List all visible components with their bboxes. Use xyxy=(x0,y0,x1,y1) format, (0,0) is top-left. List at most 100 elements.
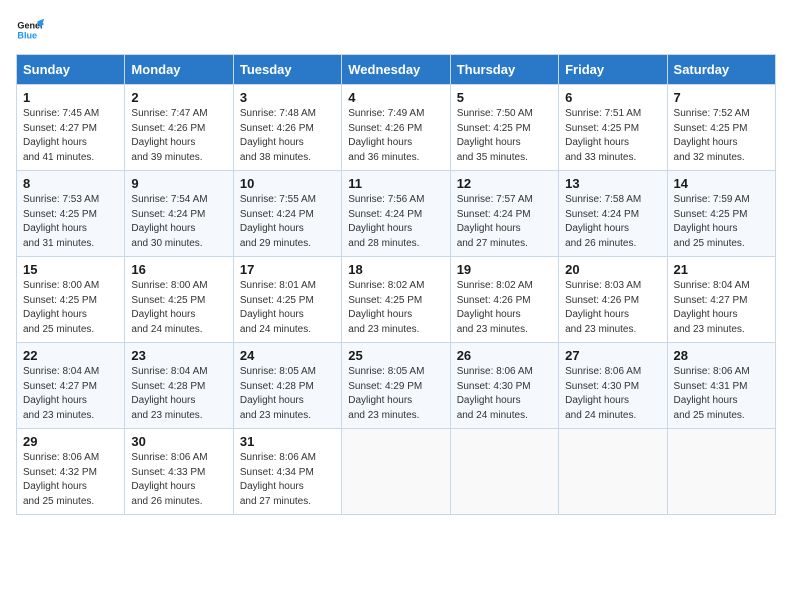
day-number: 23 xyxy=(131,348,226,363)
day-header-saturday: Saturday xyxy=(667,55,775,85)
day-info: Sunrise: 8:04 AMSunset: 4:28 PMDaylight … xyxy=(131,366,207,421)
day-number: 18 xyxy=(348,262,443,277)
day-cell-21: 21 Sunrise: 8:04 AMSunset: 4:27 PMDaylig… xyxy=(667,257,775,343)
day-info: Sunrise: 8:00 AMSunset: 4:25 PMDaylight … xyxy=(131,280,207,335)
page-header: General Blue xyxy=(16,16,776,44)
day-info: Sunrise: 8:04 AMSunset: 4:27 PMDaylight … xyxy=(23,366,99,421)
day-cell-31: 31 Sunrise: 8:06 AMSunset: 4:34 PMDaylig… xyxy=(233,429,341,515)
day-number: 24 xyxy=(240,348,335,363)
day-cell-30: 30 Sunrise: 8:06 AMSunset: 4:33 PMDaylig… xyxy=(125,429,233,515)
day-cell-29: 29 Sunrise: 8:06 AMSunset: 4:32 PMDaylig… xyxy=(17,429,125,515)
day-info: Sunrise: 7:50 AMSunset: 4:25 PMDaylight … xyxy=(457,108,533,163)
day-cell-4: 4 Sunrise: 7:49 AMSunset: 4:26 PMDayligh… xyxy=(342,85,450,171)
day-cell-20: 20 Sunrise: 8:03 AMSunset: 4:26 PMDaylig… xyxy=(559,257,667,343)
day-info: Sunrise: 8:00 AMSunset: 4:25 PMDaylight … xyxy=(23,280,99,335)
day-cell-9: 9 Sunrise: 7:54 AMSunset: 4:24 PMDayligh… xyxy=(125,171,233,257)
day-number: 20 xyxy=(565,262,660,277)
day-cell-15: 15 Sunrise: 8:00 AMSunset: 4:25 PMDaylig… xyxy=(17,257,125,343)
day-header-friday: Friday xyxy=(559,55,667,85)
day-cell-26: 26 Sunrise: 8:06 AMSunset: 4:30 PMDaylig… xyxy=(450,343,558,429)
day-header-monday: Monday xyxy=(125,55,233,85)
day-number: 6 xyxy=(565,90,660,105)
day-header-sunday: Sunday xyxy=(17,55,125,85)
day-number: 22 xyxy=(23,348,118,363)
day-info: Sunrise: 8:06 AMSunset: 4:32 PMDaylight … xyxy=(23,452,99,507)
day-number: 2 xyxy=(131,90,226,105)
day-cell-1: 1 Sunrise: 7:45 AMSunset: 4:27 PMDayligh… xyxy=(17,85,125,171)
day-info: Sunrise: 7:56 AMSunset: 4:24 PMDaylight … xyxy=(348,194,424,249)
day-number: 4 xyxy=(348,90,443,105)
logo: General Blue xyxy=(16,16,44,44)
calendar-week-2: 8 Sunrise: 7:53 AMSunset: 4:25 PMDayligh… xyxy=(17,171,776,257)
day-number: 1 xyxy=(23,90,118,105)
day-number: 28 xyxy=(674,348,769,363)
day-number: 16 xyxy=(131,262,226,277)
empty-cell xyxy=(559,429,667,515)
day-cell-6: 6 Sunrise: 7:51 AMSunset: 4:25 PMDayligh… xyxy=(559,85,667,171)
day-cell-2: 2 Sunrise: 7:47 AMSunset: 4:26 PMDayligh… xyxy=(125,85,233,171)
day-info: Sunrise: 8:02 AMSunset: 4:26 PMDaylight … xyxy=(457,280,533,335)
day-cell-25: 25 Sunrise: 8:05 AMSunset: 4:29 PMDaylig… xyxy=(342,343,450,429)
day-cell-8: 8 Sunrise: 7:53 AMSunset: 4:25 PMDayligh… xyxy=(17,171,125,257)
day-cell-28: 28 Sunrise: 8:06 AMSunset: 4:31 PMDaylig… xyxy=(667,343,775,429)
day-info: Sunrise: 7:49 AMSunset: 4:26 PMDaylight … xyxy=(348,108,424,163)
day-number: 10 xyxy=(240,176,335,191)
empty-cell xyxy=(667,429,775,515)
day-number: 26 xyxy=(457,348,552,363)
day-info: Sunrise: 8:05 AMSunset: 4:28 PMDaylight … xyxy=(240,366,316,421)
day-number: 31 xyxy=(240,434,335,449)
logo-icon: General Blue xyxy=(16,16,44,44)
empty-cell xyxy=(342,429,450,515)
day-cell-11: 11 Sunrise: 7:56 AMSunset: 4:24 PMDaylig… xyxy=(342,171,450,257)
day-cell-10: 10 Sunrise: 7:55 AMSunset: 4:24 PMDaylig… xyxy=(233,171,341,257)
day-header-tuesday: Tuesday xyxy=(233,55,341,85)
day-number: 13 xyxy=(565,176,660,191)
day-info: Sunrise: 8:06 AMSunset: 4:30 PMDaylight … xyxy=(457,366,533,421)
svg-text:Blue: Blue xyxy=(17,30,37,40)
day-cell-18: 18 Sunrise: 8:02 AMSunset: 4:25 PMDaylig… xyxy=(342,257,450,343)
day-header-thursday: Thursday xyxy=(450,55,558,85)
day-cell-17: 17 Sunrise: 8:01 AMSunset: 4:25 PMDaylig… xyxy=(233,257,341,343)
day-number: 11 xyxy=(348,176,443,191)
day-info: Sunrise: 7:58 AMSunset: 4:24 PMDaylight … xyxy=(565,194,641,249)
calendar-week-5: 29 Sunrise: 8:06 AMSunset: 4:32 PMDaylig… xyxy=(17,429,776,515)
day-info: Sunrise: 7:47 AMSunset: 4:26 PMDaylight … xyxy=(131,108,207,163)
day-number: 30 xyxy=(131,434,226,449)
day-info: Sunrise: 7:57 AMSunset: 4:24 PMDaylight … xyxy=(457,194,533,249)
calendar-header-row: SundayMondayTuesdayWednesdayThursdayFrid… xyxy=(17,55,776,85)
day-number: 21 xyxy=(674,262,769,277)
day-info: Sunrise: 8:06 AMSunset: 4:31 PMDaylight … xyxy=(674,366,750,421)
day-cell-3: 3 Sunrise: 7:48 AMSunset: 4:26 PMDayligh… xyxy=(233,85,341,171)
day-number: 12 xyxy=(457,176,552,191)
day-cell-7: 7 Sunrise: 7:52 AMSunset: 4:25 PMDayligh… xyxy=(667,85,775,171)
empty-cell xyxy=(450,429,558,515)
day-info: Sunrise: 8:05 AMSunset: 4:29 PMDaylight … xyxy=(348,366,424,421)
day-cell-5: 5 Sunrise: 7:50 AMSunset: 4:25 PMDayligh… xyxy=(450,85,558,171)
day-cell-23: 23 Sunrise: 8:04 AMSunset: 4:28 PMDaylig… xyxy=(125,343,233,429)
day-number: 3 xyxy=(240,90,335,105)
day-number: 14 xyxy=(674,176,769,191)
day-cell-19: 19 Sunrise: 8:02 AMSunset: 4:26 PMDaylig… xyxy=(450,257,558,343)
day-cell-16: 16 Sunrise: 8:00 AMSunset: 4:25 PMDaylig… xyxy=(125,257,233,343)
day-header-wednesday: Wednesday xyxy=(342,55,450,85)
day-info: Sunrise: 7:45 AMSunset: 4:27 PMDaylight … xyxy=(23,108,99,163)
day-cell-24: 24 Sunrise: 8:05 AMSunset: 4:28 PMDaylig… xyxy=(233,343,341,429)
day-info: Sunrise: 8:06 AMSunset: 4:33 PMDaylight … xyxy=(131,452,207,507)
day-info: Sunrise: 8:02 AMSunset: 4:25 PMDaylight … xyxy=(348,280,424,335)
day-number: 15 xyxy=(23,262,118,277)
day-number: 19 xyxy=(457,262,552,277)
day-number: 9 xyxy=(131,176,226,191)
day-info: Sunrise: 8:04 AMSunset: 4:27 PMDaylight … xyxy=(674,280,750,335)
day-info: Sunrise: 7:53 AMSunset: 4:25 PMDaylight … xyxy=(23,194,99,249)
day-info: Sunrise: 7:52 AMSunset: 4:25 PMDaylight … xyxy=(674,108,750,163)
day-number: 7 xyxy=(674,90,769,105)
day-info: Sunrise: 7:55 AMSunset: 4:24 PMDaylight … xyxy=(240,194,316,249)
day-number: 5 xyxy=(457,90,552,105)
day-info: Sunrise: 8:06 AMSunset: 4:30 PMDaylight … xyxy=(565,366,641,421)
day-info: Sunrise: 8:06 AMSunset: 4:34 PMDaylight … xyxy=(240,452,316,507)
calendar-week-1: 1 Sunrise: 7:45 AMSunset: 4:27 PMDayligh… xyxy=(17,85,776,171)
calendar-table: SundayMondayTuesdayWednesdayThursdayFrid… xyxy=(16,54,776,515)
day-number: 8 xyxy=(23,176,118,191)
day-cell-22: 22 Sunrise: 8:04 AMSunset: 4:27 PMDaylig… xyxy=(17,343,125,429)
day-info: Sunrise: 7:59 AMSunset: 4:25 PMDaylight … xyxy=(674,194,750,249)
